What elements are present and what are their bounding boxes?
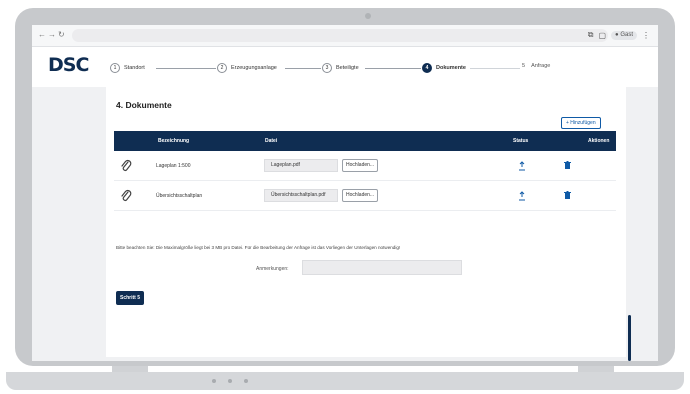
step-connector [156,68,216,69]
base-dot [244,379,248,383]
step-connector [470,68,520,69]
step-number: 3 [322,63,332,73]
remarks-label: Anmerkungen: [256,266,289,272]
file-name-field: Lageplan.pdf [264,159,338,172]
profile-button[interactable]: ● Gast [611,30,637,40]
step-number: 4 [422,63,432,73]
documents-card: 4. Dokumente + Hinzufügen Bezeichnung Da… [106,87,626,357]
forward-icon[interactable]: → [48,30,56,40]
column-header: Bezeichnung [158,138,190,144]
add-button[interactable]: + Hinzufügen [561,117,601,129]
back-icon[interactable]: ← [38,30,46,40]
step-5[interactable]: 5 Anfrage [522,63,550,69]
step-2[interactable]: 2 Erzeugungsanlage [217,63,277,73]
paperclip-icon [121,159,132,171]
scrollbar[interactable] [628,315,631,361]
remarks-input[interactable] [302,260,462,275]
column-header: Datei [265,138,278,144]
camera-dot [365,13,371,19]
extension-icon[interactable]: ⧉ [588,30,594,40]
url-bar[interactable] [72,29,608,42]
step-label: Erzeugungsanlage [231,65,277,71]
column-header: Aktionen [588,138,610,144]
upload-status-icon [519,191,525,201]
paperclip-icon [121,189,132,201]
upload-button[interactable]: Hochladen... [342,159,379,172]
profile-label: Gast [620,31,633,38]
trash-icon[interactable] [564,161,571,169]
laptop-frame: ← → ↻ ⧉ ▢ ● Gast ⋮ DSC 1 Standort 2 Erze… [15,8,675,366]
document-label: Übersichtsschaltplan [156,193,203,199]
laptop-base [6,372,684,390]
app-header: DSC 1 Standort 2 Erzeugungsanlage 3 Bete… [32,47,658,87]
step-4[interactable]: 4 Dokumente [422,63,466,73]
section-title: 4. Dokumente [116,100,172,110]
browser-bar: ← → ↻ ⧉ ▢ ● Gast ⋮ [32,25,658,47]
step-number: 5 [522,63,526,69]
reload-icon[interactable]: ↻ [58,30,65,40]
step-number: 2 [217,63,227,73]
logo: DSC [48,54,89,76]
next-step-button[interactable]: Schritt 5 [116,291,145,305]
file-name-field: Übersichtsschaltplan.pdf [264,189,338,202]
menu-icon[interactable]: ⋮ [642,31,650,40]
table-row: Lageplan 1:500 Lageplan.pdf Hochladen... [114,151,616,181]
step-label: Beteiligte [336,65,359,71]
upload-button[interactable]: Hochladen... [342,189,379,202]
table-row: Übersichtsschaltplan Übersichtsschaltpla… [114,181,616,211]
step-number: 1 [110,63,120,73]
step-label: Anfrage [531,63,551,69]
table-header: Bezeichnung Datei Status Aktionen [114,131,616,151]
step-1[interactable]: 1 Standort [110,63,145,73]
trash-icon[interactable] [564,191,571,199]
step-3[interactable]: 3 Beteiligte [322,63,359,73]
tab-icon[interactable]: ▢ [598,31,606,40]
screen: ← → ↻ ⧉ ▢ ● Gast ⋮ DSC 1 Standort 2 Erze… [32,25,658,361]
document-label: Lageplan 1:500 [156,163,191,169]
step-connector [365,68,421,69]
step-label: Standort [124,65,145,71]
base-dot [228,379,232,383]
column-header: Status [513,138,529,144]
size-notice: Bitte beachten Sie: Die Maximalgröße lie… [116,245,401,250]
profile-icon: ● [615,31,619,38]
step-connector [285,68,321,69]
upload-status-icon [519,161,525,171]
base-dot [212,379,216,383]
step-label: Dokumente [436,65,466,71]
